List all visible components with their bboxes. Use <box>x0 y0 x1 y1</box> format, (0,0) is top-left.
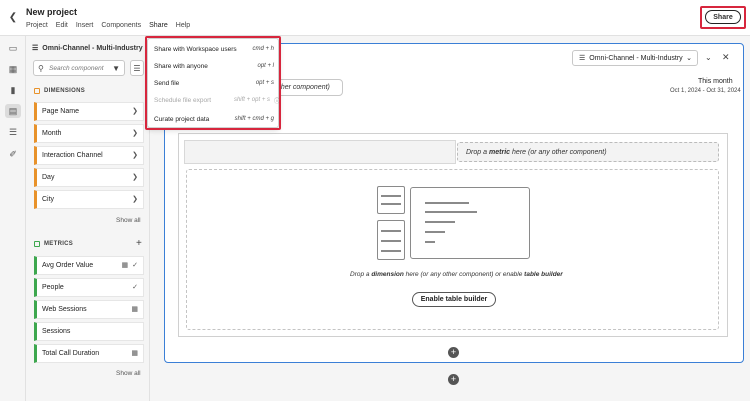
metrics-header: METRICS <box>34 241 73 247</box>
metric-item[interactable]: Total Call Duration ▦ <box>34 344 144 363</box>
search-icon: ⚲ <box>38 64 44 73</box>
collapse-chevron-icon[interactable]: ⌄ <box>705 53 712 62</box>
dataview-select[interactable]: ☰ Omni-Channel - Multi-Industry ⌄ <box>572 50 698 66</box>
share-button-highlight <box>700 6 746 29</box>
calc-icon: ▦ <box>121 262 129 269</box>
metric-icon <box>34 241 40 247</box>
project-title: New project <box>26 7 78 17</box>
chevron-right-icon[interactable]: ❯ <box>132 173 138 181</box>
menu-edit[interactable]: Edit <box>56 22 68 29</box>
metric-item[interactable]: Sessions <box>34 322 144 341</box>
calc-icon: ▦ <box>131 306 138 313</box>
search-placeholder: Search component <box>49 65 104 72</box>
left-rail: ▭ ▦ ▮ ▤ ☰ ✐ <box>0 36 26 401</box>
back-icon[interactable]: ❮ <box>6 10 20 24</box>
dimension-drop-hint: Drop a dimension here (or any other comp… <box>350 271 563 278</box>
components-icon[interactable]: ▤ <box>5 104 21 118</box>
add-component-icon[interactable]: + <box>448 347 459 358</box>
dimension-icon <box>34 88 40 94</box>
visualization-icon[interactable]: ▦ <box>7 63 19 75</box>
menu-insert[interactable]: Insert <box>76 22 94 29</box>
database-icon: ☰ <box>579 55 586 62</box>
menu-project[interactable]: Project <box>26 22 48 29</box>
close-icon[interactable]: ✕ <box>722 52 730 63</box>
metric-dropzone[interactable]: Drop a metric here (or any other compone… <box>457 142 719 162</box>
chevron-down-icon: ⌄ <box>686 55 692 62</box>
menu-components[interactable]: Components <box>101 22 141 29</box>
dimension-item[interactable]: Interaction Channel ❯ <box>34 146 144 165</box>
date-range-label[interactable]: This month <box>698 78 733 85</box>
dimension-item[interactable]: Page Name ❯ <box>34 102 144 121</box>
app-header: ❮ New project Project Edit Insert Compon… <box>0 0 750 36</box>
metric-item[interactable]: Avg Order Value ▦ ✓ <box>34 256 144 275</box>
chevron-right-icon[interactable]: ❯ <box>132 129 138 137</box>
check-icon: ✓ <box>132 284 138 291</box>
dimension-item[interactable]: Month ❯ <box>34 124 144 143</box>
list-view-button[interactable]: ☰ <box>130 60 144 76</box>
database-icon: ☰ <box>32 45 39 52</box>
list-icon[interactable]: ☰ <box>7 126 19 138</box>
dimension-item[interactable]: Day ❯ <box>34 168 144 187</box>
dimension-item[interactable]: City ❯ <box>34 190 144 209</box>
table-header-cell <box>184 140 456 164</box>
chevron-right-icon[interactable]: ❯ <box>132 195 138 203</box>
brush-icon[interactable]: ✐ <box>7 148 19 160</box>
share-menu-highlight <box>145 36 281 130</box>
metric-item[interactable]: People ✓ <box>34 278 144 297</box>
filter-icon[interactable]: ▼ <box>112 64 120 73</box>
table-illustration <box>410 187 530 259</box>
chart-icon[interactable]: ▮ <box>7 84 19 96</box>
table-illustration <box>377 220 405 260</box>
menu-bar: Project Edit Insert Components Share Hel… <box>26 22 190 29</box>
dimensions-show-all-link[interactable]: Show all <box>116 217 141 224</box>
add-panel-icon[interactable]: + <box>448 374 459 385</box>
chevron-right-icon[interactable]: ❯ <box>132 151 138 159</box>
component-search-input[interactable]: ⚲ Search component ▼ <box>33 60 125 76</box>
components-panel: ☰ Omni-Channel - Multi-Industry ⚲ Search… <box>26 36 150 401</box>
panel-icon[interactable]: ▭ <box>7 42 19 54</box>
enable-table-builder-button[interactable]: Enable table builder <box>412 292 496 307</box>
metrics-show-all-link[interactable]: Show all <box>116 370 141 377</box>
calc-icon: ▦ <box>131 350 138 357</box>
date-range-value: Oct 1, 2024 - Oct 31, 2024 <box>670 88 741 94</box>
add-metric-icon[interactable]: + <box>136 238 142 249</box>
metric-item[interactable]: Web Sessions ▦ <box>34 300 144 319</box>
check-icon: ✓ <box>132 262 138 269</box>
dimensions-header: DIMENSIONS <box>34 88 85 94</box>
table-illustration <box>377 186 405 214</box>
menu-share[interactable]: Share <box>149 22 168 29</box>
chevron-right-icon[interactable]: ❯ <box>132 107 138 115</box>
menu-help[interactable]: Help <box>176 22 190 29</box>
dataview-row[interactable]: ☰ Omni-Channel - Multi-Industry <box>32 44 143 53</box>
dataview-name: Omni-Channel - Multi-Industry <box>42 44 143 52</box>
